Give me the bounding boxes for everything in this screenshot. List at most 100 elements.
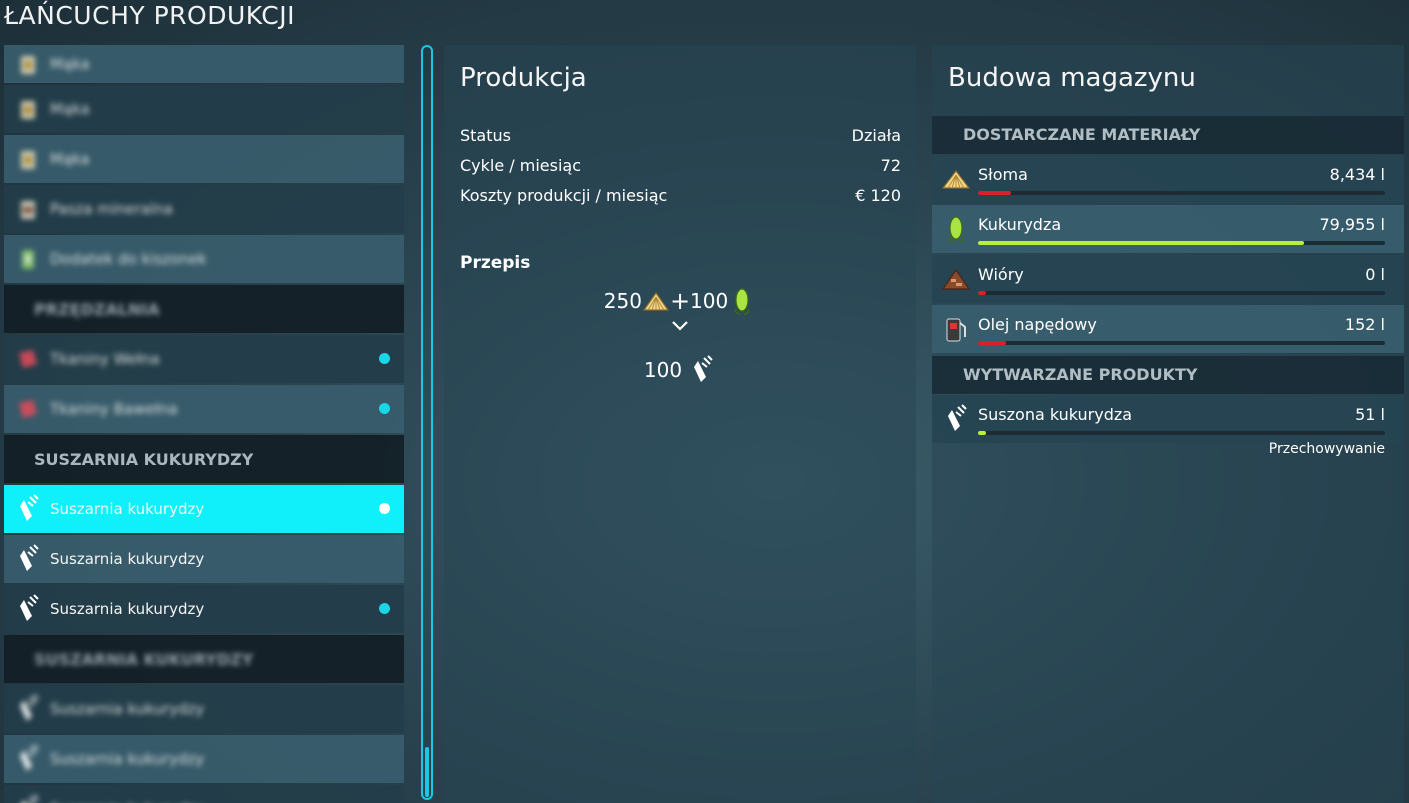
category-label: PRZĘDZALNIA bbox=[34, 299, 160, 319]
material-name: Kukurydza bbox=[978, 215, 1062, 234]
list-item-label: Tkaniny Wełna bbox=[50, 350, 160, 368]
recipe-arrow bbox=[444, 319, 916, 333]
supplied-materials-header: DOSTARCZANE MATERIAŁY bbox=[932, 116, 1404, 154]
material-amount: 152 l bbox=[1344, 315, 1385, 334]
dried-corn-icon bbox=[16, 794, 40, 803]
fill-level-bar-fill bbox=[978, 241, 1304, 245]
fill-level-bar bbox=[978, 191, 1385, 195]
storage-mode-label: Przechowywanie bbox=[1268, 441, 1385, 457]
dried-corn-icon bbox=[16, 594, 40, 624]
straw-icon bbox=[642, 286, 670, 316]
fill-level-bar-fill bbox=[978, 191, 1011, 195]
list-item-label: Pasza mineralna bbox=[50, 200, 173, 218]
stat-status: Status Działa bbox=[460, 120, 901, 150]
stat-value: € 120 bbox=[855, 185, 901, 205]
straw-icon bbox=[940, 164, 972, 194]
category-header: PRZĘDZALNIA bbox=[4, 285, 404, 333]
list-item-label: Mąka bbox=[50, 55, 90, 73]
dried-corn-icon bbox=[16, 544, 40, 574]
material-row: Słoma 8,434 l bbox=[932, 155, 1404, 203]
material-name: Suszona kukurydza bbox=[978, 405, 1133, 424]
list-item-label: Mąka bbox=[50, 100, 90, 118]
list-item-label: Suszarnia kukurydzy bbox=[50, 700, 205, 718]
list-item-label: Suszarnia kukurydzy bbox=[50, 550, 205, 568]
category-label: SUSZARNIA KUKURYDZY bbox=[34, 449, 254, 469]
stat-value: 72 bbox=[880, 155, 901, 175]
recipe-label: Przepis bbox=[460, 253, 531, 273]
stat-label: Status bbox=[460, 125, 511, 145]
category-header: SUSZARNIA KUKURYDZY bbox=[4, 435, 404, 483]
production-list-item[interactable]: Dodatek do kiszonek bbox=[4, 235, 404, 283]
category-label: SUSZARNIA KUKURYDZY bbox=[34, 649, 254, 669]
stat-value: Działa bbox=[851, 125, 901, 145]
page-title: ŁAŃCUCHY PRODUKCJI bbox=[4, 1, 295, 30]
list-item-label: Tkaniny Bawełna bbox=[50, 400, 178, 418]
list-item-label: Suszarnia kukurydzy bbox=[50, 500, 205, 518]
active-indicator-dot bbox=[379, 403, 390, 414]
stat-label: Koszty produkcji / miesiąc bbox=[460, 185, 668, 205]
production-list-item[interactable]: Suszarnia kukurydzy bbox=[4, 585, 404, 633]
production-list-item[interactable]: Suszarnia kukurydzy bbox=[4, 735, 404, 783]
flour-bag-icon bbox=[16, 144, 40, 174]
production-list-item[interactable]: Suszarnia kukurydzy bbox=[4, 485, 404, 533]
production-list-item[interactable]: Suszarnia kukurydzy bbox=[4, 535, 404, 583]
production-chain-list: Mąka Mąka Mąka Pasza mineralna Dodatek do ki… bbox=[4, 45, 404, 803]
material-amount: 8,434 l bbox=[1329, 165, 1385, 184]
recipe-input-amount: 100 bbox=[690, 289, 729, 313]
storage-title: Budowa magazynu bbox=[948, 63, 1196, 93]
active-indicator-dot bbox=[379, 503, 390, 514]
recipe-input-amount: 250 bbox=[603, 289, 642, 313]
dried-corn-icon bbox=[16, 744, 40, 774]
fabric-icon bbox=[16, 394, 40, 424]
mineral-feed-icon bbox=[16, 194, 40, 224]
material-row: Wióry 0 l bbox=[932, 255, 1404, 303]
production-list-item[interactable]: Mąka bbox=[4, 135, 404, 183]
material-amount: 0 l bbox=[1365, 265, 1385, 284]
corn-icon bbox=[728, 286, 756, 316]
active-indicator-dot bbox=[379, 603, 390, 614]
material-amount: 51 l bbox=[1355, 405, 1385, 424]
scroll-thumb[interactable] bbox=[425, 747, 429, 797]
produced-products-header: WYTWARZANE PRODUKTY bbox=[932, 356, 1404, 394]
production-title: Produkcja bbox=[460, 63, 587, 93]
recipe-inputs: 250 + 100 bbox=[444, 286, 916, 316]
material-name: Wióry bbox=[978, 265, 1024, 284]
list-item-label: Dodatek do kiszonek bbox=[50, 250, 207, 268]
list-scrollbar[interactable] bbox=[421, 45, 433, 800]
production-list-item[interactable]: Suszarnia kukurydzy bbox=[4, 685, 404, 733]
production-list-item[interactable]: Pasza mineralna bbox=[4, 185, 404, 233]
production-list-item[interactable]: Mąka bbox=[4, 85, 404, 133]
list-item-label: Suszarnia kukurydzy bbox=[50, 750, 205, 768]
material-row: Olej napędowy 152 l bbox=[932, 305, 1404, 353]
production-list-item[interactable]: Tkaniny Bawełna bbox=[4, 385, 404, 433]
fill-level-bar bbox=[978, 291, 1385, 295]
recipe-output: 100 bbox=[444, 355, 916, 385]
corn-icon bbox=[940, 214, 972, 244]
storage-panel: Budowa magazynu DOSTARCZANE MATERIAŁY Sł… bbox=[932, 45, 1404, 803]
dried-corn-icon bbox=[940, 404, 972, 434]
fill-level-bar bbox=[978, 431, 1385, 435]
material-name: Olej napędowy bbox=[978, 315, 1097, 334]
stat-cycles: Cykle / miesiąc 72 bbox=[460, 150, 901, 180]
chevron-down-icon bbox=[672, 321, 688, 331]
dried-corn-icon bbox=[16, 694, 40, 724]
fill-level-bar-fill bbox=[978, 291, 987, 295]
dried-corn-icon bbox=[688, 355, 716, 385]
dried-corn-icon bbox=[16, 494, 40, 524]
category-header: SUSZARNIA KUKURYDZY bbox=[4, 635, 404, 683]
list-item-label: Mąka bbox=[50, 150, 90, 168]
product-row: Suszona kukurydza 51 l bbox=[932, 395, 1404, 443]
silage-additive-icon bbox=[16, 244, 40, 274]
production-list-item[interactable]: Mąka bbox=[4, 45, 404, 83]
production-panel: Produkcja Status Działa Cykle / miesiąc … bbox=[444, 45, 916, 803]
recipe-output-amount: 100 bbox=[643, 358, 683, 382]
fill-level-bar-fill bbox=[978, 341, 1007, 345]
fill-level-bar-fill bbox=[978, 431, 987, 435]
wood-chips-icon bbox=[940, 264, 972, 294]
production-list-item[interactable]: Tkaniny Wełna bbox=[4, 335, 404, 383]
material-row: Kukurydza 79,955 l bbox=[932, 205, 1404, 253]
stat-costs: Koszty produkcji / miesiąc € 120 bbox=[460, 180, 901, 210]
flour-bag-icon bbox=[16, 49, 40, 79]
flour-bag-icon bbox=[16, 94, 40, 124]
production-list-item[interactable]: Suszarnia kukurydzy bbox=[4, 785, 404, 803]
